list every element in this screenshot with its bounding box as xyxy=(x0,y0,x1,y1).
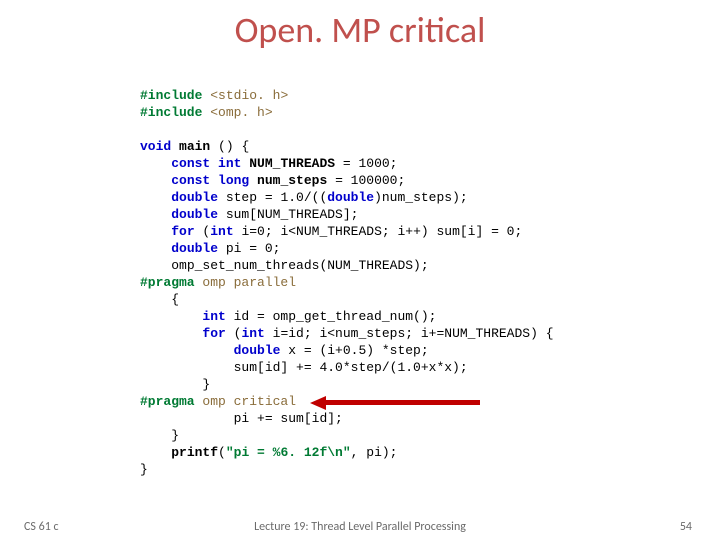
code-token: #include xyxy=(140,105,202,120)
code-token: <stdio. h> xyxy=(210,88,288,103)
code-token: main xyxy=(179,139,210,154)
footer-page-number: 54 xyxy=(680,520,692,534)
code-token: num_steps xyxy=(257,173,327,188)
code-token: = 1000; xyxy=(335,156,397,171)
code-token: for xyxy=(171,224,194,239)
code-token: x = (i+0.5) *step; xyxy=(280,343,428,358)
code-block: #include <stdio. h> #include <omp. h> vo… xyxy=(140,70,620,478)
arrow-shaft xyxy=(324,400,480,405)
code-token: omp parallel xyxy=(202,275,296,290)
slide-title: Open. MP critical xyxy=(0,8,720,52)
code-token: omp_set_num_threads(NUM_THREADS); xyxy=(171,258,428,273)
pragma-critical-text: omp critical xyxy=(202,394,296,409)
highlight-arrow xyxy=(310,396,480,410)
code-token: "pi = %6. 12f\n" xyxy=(226,445,351,460)
code-token: = 100000; xyxy=(327,173,405,188)
code-token: void xyxy=(140,139,171,154)
code-token: step = 1.0/(( xyxy=(218,190,327,205)
code-token: { xyxy=(171,292,179,307)
code-token: int xyxy=(210,224,233,239)
code-token: } xyxy=(202,377,210,392)
code-token: } xyxy=(171,428,179,443)
code-token: () { xyxy=(210,139,249,154)
code-token: const long xyxy=(171,173,249,188)
slide-footer: CS 61 c Lecture 19: Thread Level Paralle… xyxy=(0,520,720,534)
code-token: pi = 0; xyxy=(218,241,280,256)
code-token: pi += sum[id]; xyxy=(234,411,343,426)
footer-course: CS 61 c xyxy=(24,520,59,534)
pragma-critical: #pragma xyxy=(140,394,195,409)
code-token: int xyxy=(202,309,225,324)
code-token: double xyxy=(234,343,281,358)
code-token: double xyxy=(327,190,374,205)
code-token: const int xyxy=(171,156,241,171)
code-token: double xyxy=(171,207,218,222)
code-token: i=id; i<num_steps; i+=NUM_THREADS) { xyxy=(265,326,554,341)
code-token: sum[NUM_THREADS]; xyxy=(218,207,358,222)
code-token: #pragma xyxy=(140,275,195,290)
code-token: ( xyxy=(218,445,226,460)
code-token: NUM_THREADS xyxy=(249,156,335,171)
code-token: for xyxy=(202,326,225,341)
code-token: <omp. h> xyxy=(210,105,272,120)
code-token: int xyxy=(241,326,264,341)
code-token: double xyxy=(171,241,218,256)
code-token: #include xyxy=(140,88,202,103)
code-token: sum[id] += 4.0*step/(1.0+x*x); xyxy=(234,360,468,375)
code-token: double xyxy=(171,190,218,205)
code-token: printf xyxy=(171,445,218,460)
code-token: , pi); xyxy=(351,445,398,460)
code-token: } xyxy=(140,462,148,477)
code-token: )num_steps); xyxy=(374,190,468,205)
footer-lecture-title: Lecture 19: Thread Level Parallel Proces… xyxy=(0,520,720,534)
code-token: id = omp_get_thread_num(); xyxy=(226,309,437,324)
code-token: i=0; i<NUM_THREADS; i++) sum[i] = 0; xyxy=(234,224,523,239)
